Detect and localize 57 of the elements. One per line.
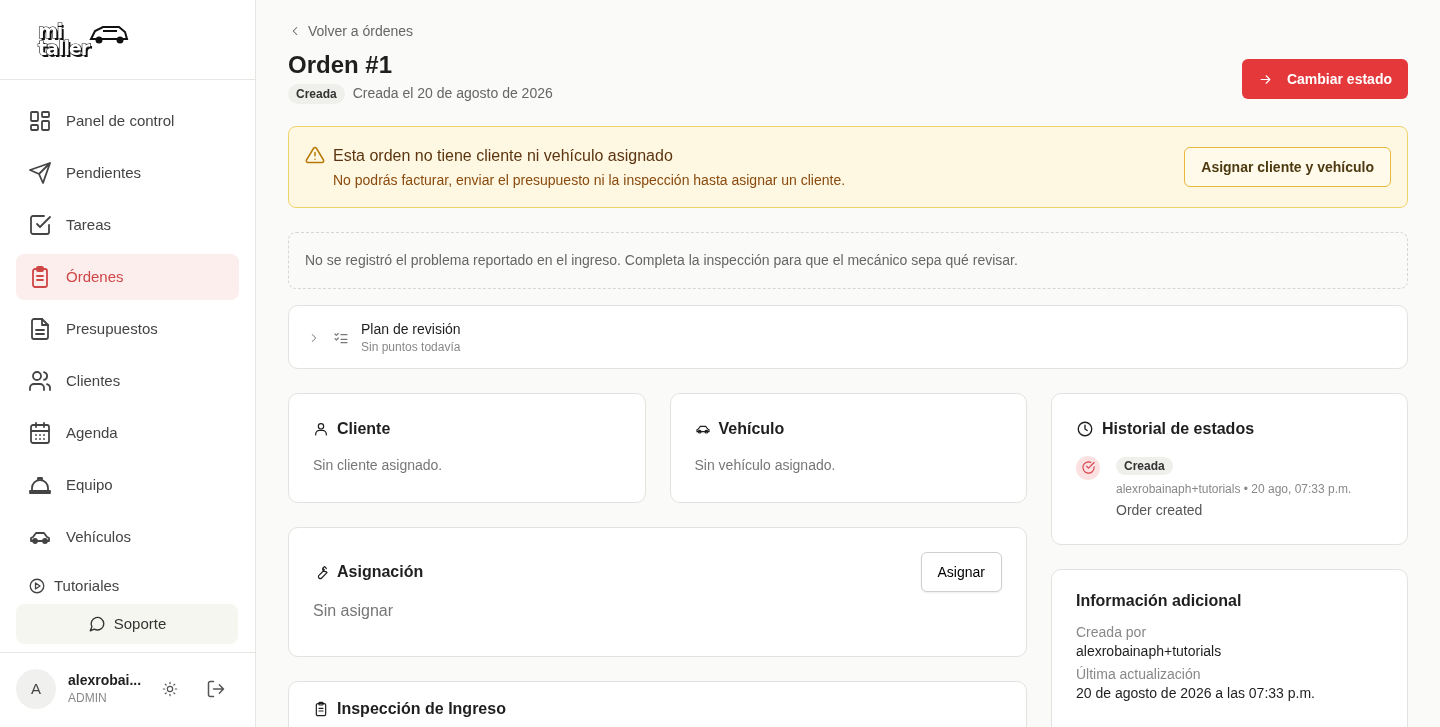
warning-triangle-icon: [305, 145, 325, 166]
assignment-empty-text: Sin asignar: [313, 601, 395, 622]
card-title: Cliente: [337, 419, 391, 440]
assign-client-button[interactable]: Asignar cliente y vehículo: [1184, 147, 1391, 188]
checkbox-icon: [28, 213, 52, 237]
nav-item[interactable]: Presupuestos: [16, 306, 239, 352]
change-status-button[interactable]: Cambiar estado: [1241, 59, 1408, 100]
info-value: alexrobainaph+tutorials: [1076, 642, 1223, 662]
client-empty-text: Sin cliente asignado.: [313, 455, 444, 475]
paper-plane-icon: [28, 161, 52, 185]
card-title: Información adicional: [1076, 590, 1243, 611]
person-icon: [313, 421, 329, 438]
user-role: ADMIN: [68, 690, 108, 707]
user-avatar: A: [16, 668, 56, 709]
card-title: Vehículo: [718, 419, 785, 440]
review-plan-panel[interactable]: Plan de revisión Sin puntos todavía: [288, 305, 1408, 370]
chat-bubble-icon: [87, 615, 106, 634]
plan-title: Plan de revisión: [361, 319, 461, 339]
assign-button[interactable]: Asignar: [920, 552, 1002, 593]
tutorials-link[interactable]: Tutoriales: [28, 576, 227, 597]
users-icon: [28, 369, 52, 393]
vehicle-empty-text: Sin vehículo asignado.: [694, 455, 837, 475]
warning-title: Esta orden no tiene cliente ni vehículo asignado: [333, 145, 674, 166]
card-title: Asignación: [337, 562, 424, 583]
nav-item[interactable]: Tareas: [16, 202, 239, 248]
nav-item[interactable]: Panel de control: [16, 98, 239, 144]
clock-icon: [1076, 420, 1094, 439]
nav-item[interactable]: Clientes: [16, 358, 239, 404]
check-circle-icon: [1076, 455, 1100, 480]
page-title: Orden #1: [288, 50, 394, 81]
inspection-notice: No se registró el problema reportado en el ingreso. Completa la inspección para que el mecánico sepa qué revisar.: [288, 232, 1408, 290]
status-badge: Creada: [288, 83, 345, 104]
user-name: alexrobai...: [68, 671, 143, 691]
warning-text: No podrás facturar, enviar el presupuesto ni la inspección hasta asignar un cliente.: [333, 170, 846, 190]
logo-text: taller: [38, 39, 90, 57]
plan-subtitle: Sin puntos todavía: [361, 338, 461, 355]
nav-item[interactable]: Órdenes: [16, 254, 239, 300]
nav-item[interactable]: Pendientes: [16, 150, 239, 196]
history-meta: alexrobainaph+tutorials • 20 ago, 07:33 p.m.: [1116, 480, 1352, 497]
back-link[interactable]: Volver a órdenes: [288, 22, 414, 41]
info-label: Última actualización: [1076, 665, 1202, 685]
card-title: Historial de estados: [1102, 419, 1255, 440]
calendar-icon: [28, 421, 52, 445]
play-circle-icon: [28, 577, 46, 596]
nav-item[interactable]: Vehículos: [16, 514, 239, 560]
history-note: Order created: [1116, 500, 1204, 520]
clipboard-icon: [313, 701, 329, 718]
info-label: Creada por: [1076, 623, 1148, 643]
status-badge: Creada: [1116, 456, 1173, 475]
document-icon: [28, 317, 52, 341]
info-value: 20 de agosto de 2026 a las 07:33 p.m.: [1076, 684, 1316, 703]
grid-icon: [28, 109, 52, 133]
card-title: Inspección de Ingreso: [337, 699, 506, 720]
support-button[interactable]: Soporte: [16, 604, 238, 645]
nav-item[interactable]: Agenda: [16, 410, 239, 456]
nav-item[interactable]: Equipo: [16, 462, 239, 508]
created-date: Creada el 20 de agosto de 2026: [352, 84, 553, 104]
